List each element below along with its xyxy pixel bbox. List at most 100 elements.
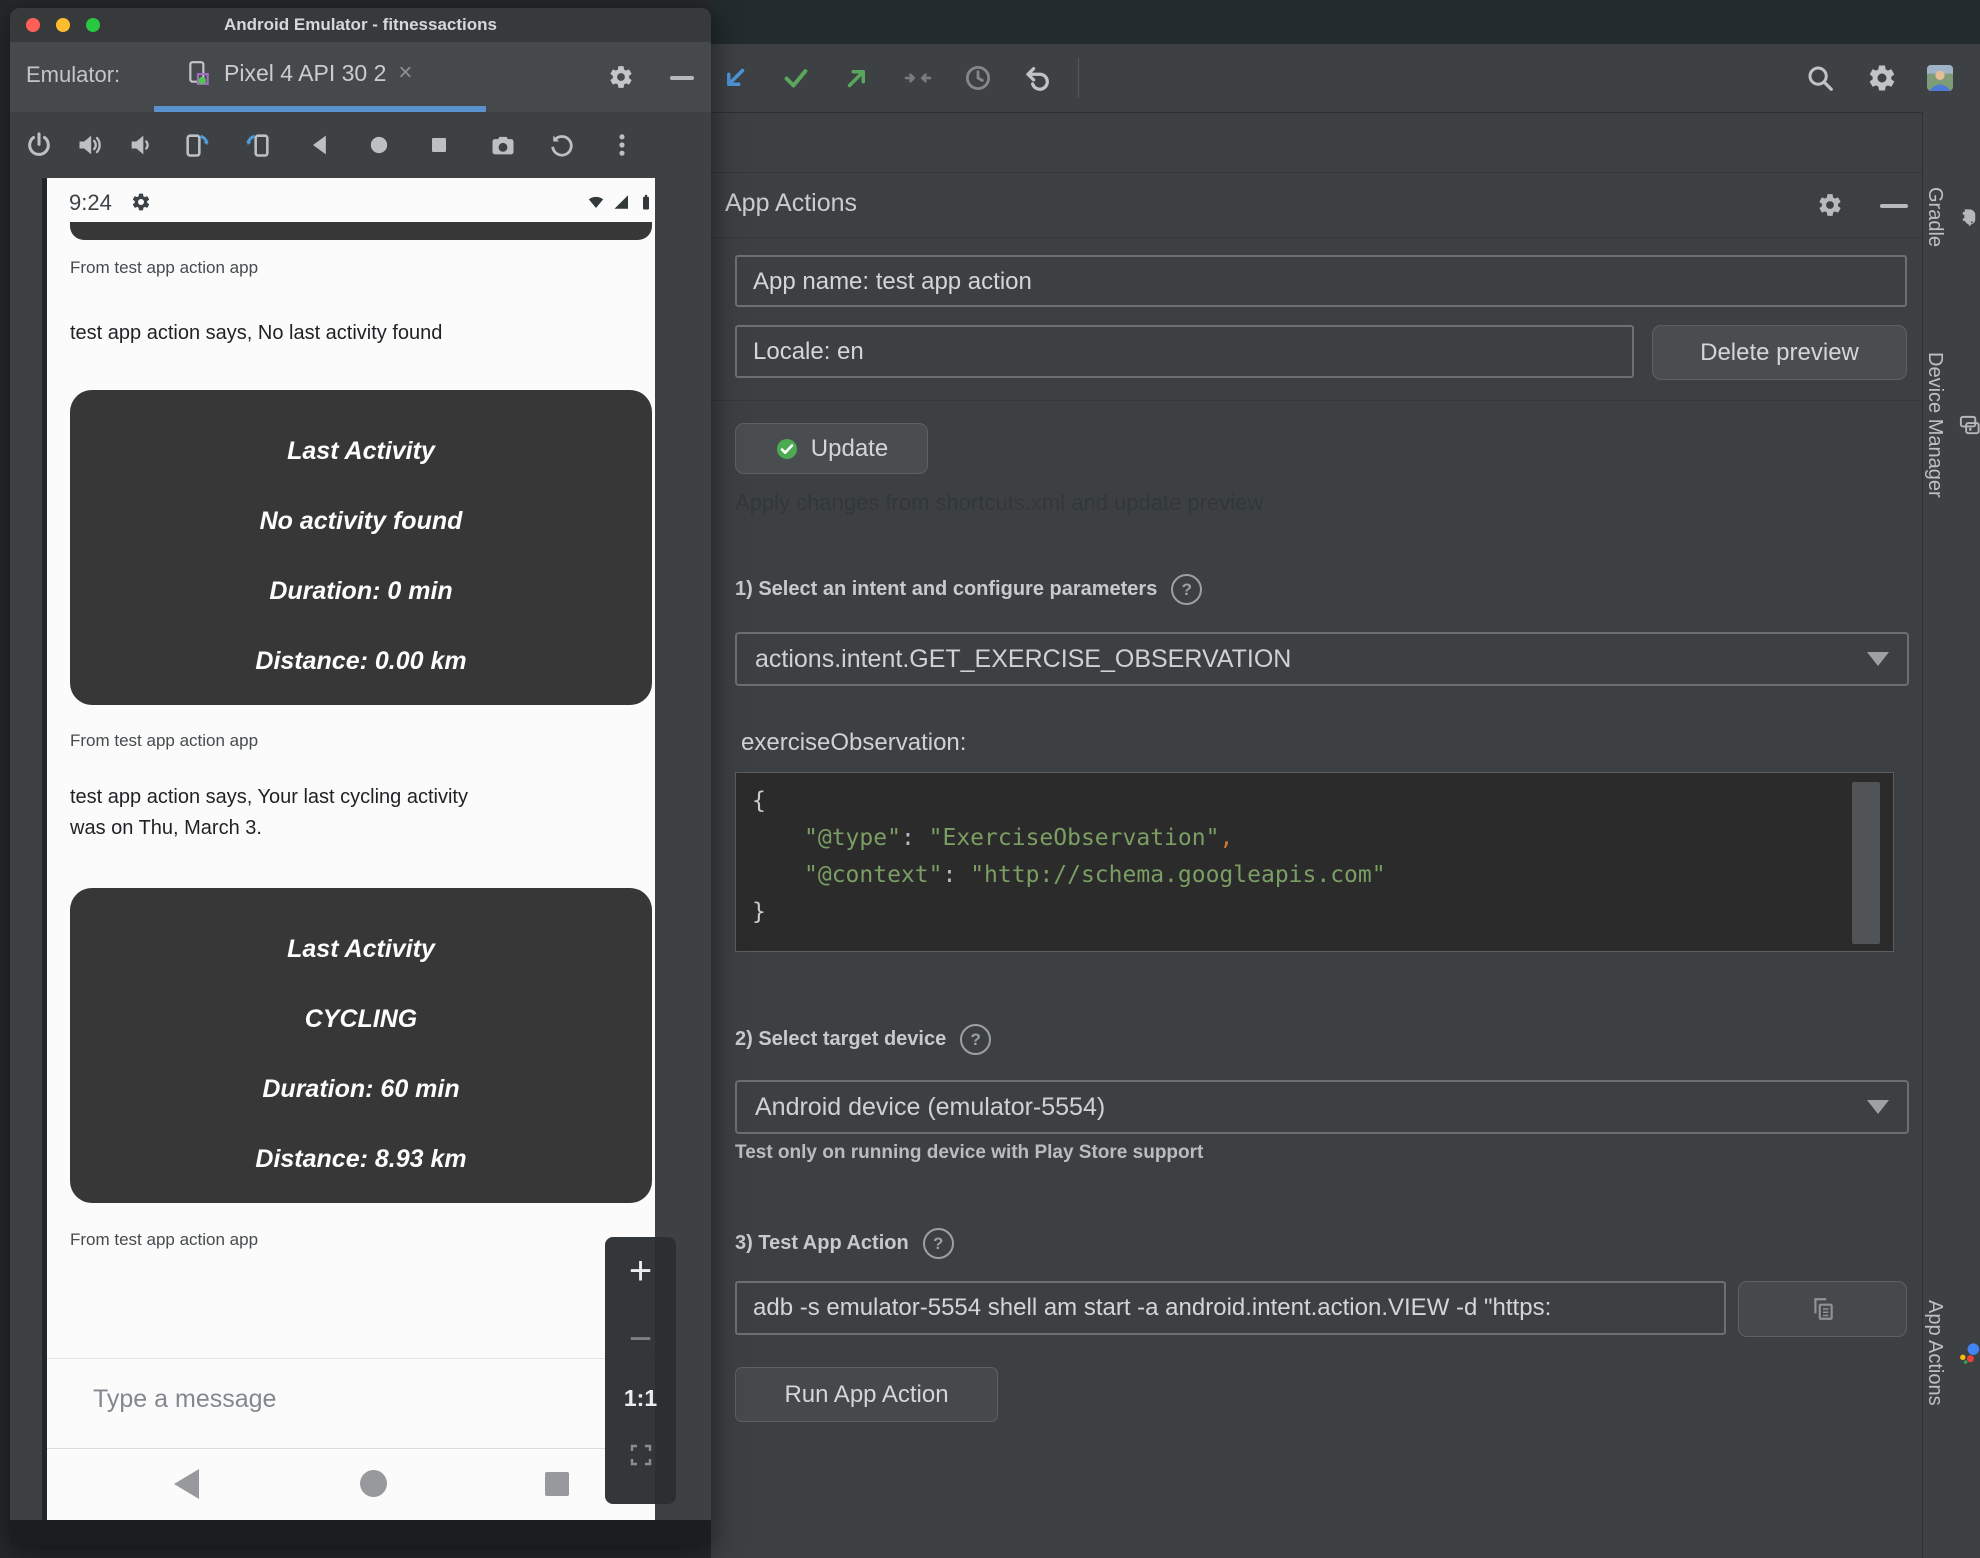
overview-button-icon[interactable] [425,131,453,159]
code-editor[interactable]: { "@type": "ExerciseObservation", "@cont… [735,772,1894,952]
volume-up-icon[interactable] [76,131,104,159]
code-line: "@type": "ExerciseObservation", [804,825,1234,851]
undo-icon[interactable] [1023,63,1053,93]
sidebar-tab-label: Device Manager [1924,352,1946,498]
emulator-tab-bar: Emulator: Pixel 4 API 30 2 × [10,42,711,112]
gradle-elephant-icon [1957,206,1980,229]
studio-top-strip [711,0,1980,44]
dim-hint-text: Apply changes from shortcuts.xml and upd… [735,490,1264,515]
panel-title: App Actions [725,189,858,217]
run-app-action-button[interactable]: Run App Action [735,1367,998,1422]
card-distance: Distance: 8.93 km [255,1145,467,1173]
user-avatar[interactable] [1927,65,1953,91]
phone-screen: 9:24 From test app action app test app a… [42,178,655,1520]
status-bar-time: 9:24 [69,190,112,215]
emulator-zoom-panel: + − 1:1 [605,1237,676,1504]
help-icon[interactable]: ? [960,1024,992,1055]
navbar-divider [47,1448,655,1449]
message-sender-label: From test app action app [70,1230,259,1249]
home-button-icon[interactable] [365,131,393,159]
code-line: { [752,788,766,814]
sidebar-tab-app-actions[interactable]: App Actions [1923,1300,1980,1406]
zoom-out-button[interactable]: − [605,1319,676,1359]
wifi-icon [587,193,605,211]
back-button-icon[interactable] [306,131,334,159]
android-back-button[interactable] [174,1469,199,1499]
help-icon[interactable]: ? [922,1228,954,1259]
section-intent-label: 1) Select an intent and configure parame… [735,578,1158,600]
card-title: Last Activity [287,935,435,963]
battery-icon [637,192,655,212]
zoom-in-button[interactable]: + [605,1251,676,1291]
last-activity-card-empty: Last Activity No activity found Duration… [70,390,652,705]
sidebar-tab-device-manager[interactable]: Device Manager [1923,352,1980,498]
card-title: Last Activity [287,437,435,465]
vcs-update-icon[interactable] [720,63,750,93]
settings-gear-icon[interactable] [1867,63,1897,93]
input-divider [47,1358,655,1359]
volume-down-icon[interactable] [127,131,155,159]
message-sender-label: From test app action app [70,731,259,750]
history-clock-icon[interactable] [963,63,993,93]
delete-preview-button[interactable]: Delete preview [1652,325,1907,380]
assistant-icon [1957,1341,1980,1364]
chevron-down-icon [1867,1100,1889,1114]
android-recents-button[interactable] [545,1472,569,1496]
power-icon[interactable] [25,131,53,159]
card-duration: Duration: 0 min [269,577,453,605]
update-button[interactable]: Update [735,423,928,474]
update-check-icon [776,438,797,459]
message-line: was on Thu, March 3. [70,817,262,839]
tool-window-rail: Gradle Device Manager App Actions [1922,112,1980,1558]
tab-close-icon[interactable]: × [398,59,412,87]
search-icon[interactable] [1805,63,1835,93]
section-test-label: 3) Test App Action [735,1232,909,1254]
section-device-label: 2) Select target device [735,1028,947,1050]
help-icon[interactable]: ? [1171,574,1203,605]
notification-gear-icon [131,192,151,212]
code-scrollbar[interactable] [1852,782,1880,944]
panel-gear-icon[interactable] [1817,192,1843,218]
target-device-dropdown[interactable]: Android device (emulator-5554) [735,1080,1909,1134]
section-intent-header: 1) Select an intent and configure parame… [735,574,1203,605]
code-line: "@context": "http://schema.googleapis.co… [804,862,1386,888]
section-divider [711,400,1922,401]
emulator-minimize-icon[interactable] [670,76,694,80]
rotate-right-icon[interactable] [244,131,272,159]
copy-command-button[interactable] [1738,1281,1907,1337]
panel-minimize-icon[interactable] [1880,204,1908,208]
message-input[interactable] [91,1373,515,1425]
zoom-fit-icon[interactable] [629,1443,653,1467]
emulator-label: Emulator: [26,62,121,87]
vcs-commit-icon[interactable] [781,63,811,93]
last-activity-card-cycling: Last Activity CYCLING Duration: 60 min D… [70,888,652,1203]
emulator-window: Android Emulator - fitnessactions Emulat… [10,8,711,1545]
android-home-button[interactable] [360,1470,387,1497]
window-title: Android Emulator - fitnessactions [224,15,497,34]
message-text: test app action says, No last activity f… [70,322,443,344]
intent-dropdown-value: actions.intent.GET_EXERCISE_OBSERVATION [755,644,1292,673]
device-tab[interactable]: Pixel 4 API 30 2 × [186,58,412,88]
intent-dropdown[interactable]: actions.intent.GET_EXERCISE_OBSERVATION [735,632,1909,686]
adb-command-field[interactable]: adb -s emulator-5554 shell am start -a a… [735,1281,1726,1335]
section-device-header: 2) Select target device ? [735,1024,992,1055]
more-options-icon[interactable] [608,131,636,159]
screenshot-camera-icon[interactable] [489,131,517,159]
code-line: } [752,899,766,925]
sidebar-tab-gradle[interactable]: Gradle [1923,187,1980,247]
toolbar-divider [1078,58,1079,98]
orientation-reset-icon[interactable] [548,131,576,159]
emulator-titlebar: Android Emulator - fitnessactions [10,8,711,42]
locale-field[interactable]: Locale: en [735,325,1634,378]
virtual-device-icon [186,58,212,88]
phone-bottom-bezel [10,1520,711,1545]
app-actions-panel-header: App Actions [711,172,1922,238]
vcs-push-icon[interactable] [842,63,872,93]
emulator-settings-gear-icon[interactable] [608,64,634,90]
zoom-ratio-button[interactable]: 1:1 [605,1385,676,1412]
chevron-down-icon [1867,652,1889,666]
scrolled-card-remnant [70,222,652,240]
rotate-left-icon[interactable] [183,131,211,159]
vcs-merge-icon[interactable] [903,63,933,93]
app-name-field[interactable]: App name: test app action [735,255,1907,307]
